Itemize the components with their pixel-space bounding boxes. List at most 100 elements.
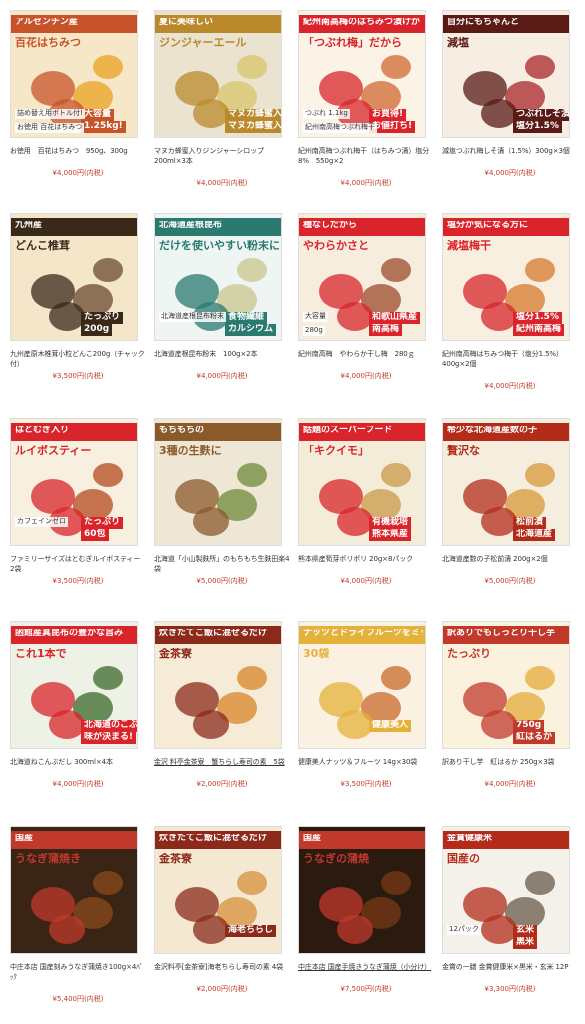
product-image[interactable]: アルゼンチン産 百花はちみつ 大容量 1.25kg! 詰め替え用ボトル付! お徳用 百花は…	[10, 10, 138, 138]
food-shape	[525, 871, 555, 895]
food-shape	[525, 666, 555, 690]
image-label: 訳ありでもしっとり干し芋	[447, 629, 556, 638]
product-title[interactable]: 中庄本店 国産手焼きうなぎ蒲焼（小分け）	[298, 962, 434, 972]
product-image[interactable]: 函館産真昆布の豊かな旨みこれ1本で北海道のこぶだし味が決まる!	[10, 621, 138, 749]
product-title[interactable]: 北海道ねこんぶだし 300ml×4本	[10, 757, 146, 767]
product-title[interactable]: ファミリーサイズはとむぎルイボスティー 2袋	[10, 554, 146, 574]
image-label: 1.25kg!	[81, 121, 126, 133]
product-image[interactable]: 塩分が気になる方に 減塩梅干 塩分1.5% 紀州南高梅	[442, 213, 570, 341]
image-label: 希少な北海道産数の子	[447, 426, 538, 435]
image-label: 自分にもちゃんと	[447, 18, 520, 27]
product-image[interactable]: 自分にもちゃんと減塩つぶれしそ漬梅干塩分1.5%	[442, 10, 570, 138]
image-label: 北海道産根昆布粉末	[159, 312, 226, 322]
food-shape	[525, 258, 555, 282]
image-label: 60包	[81, 529, 109, 541]
product-title[interactable]: 北海道「小山製麩所」のもちもち生麩田楽4袋	[154, 554, 290, 574]
product-image[interactable]: もちもちの 3種の生麩に	[154, 418, 282, 546]
image-label: だけを使いやすい粉末にしました	[159, 240, 279, 252]
product-title[interactable]: 熊本県産筍芽ポリポリ 20g×8パック	[298, 554, 434, 564]
food-shape	[193, 507, 229, 536]
product-title[interactable]: 紀州南高梅はちみつ梅干（塩分1.5%）400g×2個	[442, 349, 578, 369]
image-label: 種なしだから	[303, 221, 358, 230]
food-shape	[93, 666, 123, 690]
product-image[interactable]: 北海道産根昆布だけを使いやすい粉末にしました食物繊維カルシウム 北海道産根昆布粉末	[154, 213, 282, 341]
product-image[interactable]: 国産 うなぎ蒲焼き	[10, 826, 138, 954]
food-shape	[381, 463, 411, 487]
product-title[interactable]: 金賞の一膳 金賞健康米×黒米・玄米 12P	[442, 962, 578, 972]
food-shape	[49, 710, 85, 739]
product-title[interactable]: 紀州南高梅 やわらか干し梅 280ｇ	[298, 349, 434, 359]
food-shape	[337, 302, 373, 331]
product-image[interactable]: はとむぎ入り ルイボスティー たっぷり 60包 カフェインゼロ	[10, 418, 138, 546]
image-label: 金茶寮	[159, 853, 192, 865]
food-shape	[337, 710, 373, 739]
product-image[interactable]: 国産 うなぎの蒲焼	[298, 826, 426, 954]
product-image[interactable]: 訳ありでもしっとり干し芋 たっぷり 750g 紅はるか	[442, 621, 570, 749]
image-label: 「キクイモ」	[303, 445, 369, 457]
product-price: ¥5,000円(内税)	[484, 577, 536, 585]
image-label: 減塩梅干	[447, 240, 491, 252]
image-label: 塩分1.5%	[513, 312, 562, 324]
food-shape	[481, 915, 517, 944]
image-label: うなぎ蒲焼き	[15, 853, 81, 865]
image-label: 詰め替え用ボトル付!	[15, 109, 85, 119]
product-title[interactable]: 北海道産根昆布粉末 100g×2本	[154, 349, 290, 359]
food-shape	[381, 666, 411, 690]
product-price: ¥4,000円(内税)	[340, 577, 392, 585]
image-label: たっぷり	[447, 648, 491, 660]
product-title[interactable]: 九州産原木椎茸小粒どんこ200g（チャック付）	[10, 349, 146, 369]
food-shape	[237, 55, 267, 79]
product-image[interactable]: 紀州南高梅のはちみつ漬けが 「つぶれ梅」だから お買得! お値打ち! つぶれ 1.1kg…	[298, 10, 426, 138]
product-title[interactable]: 健康美人ナッツ＆フルーツ 14g×30袋	[298, 757, 434, 767]
food-shape	[525, 55, 555, 79]
food-shape	[193, 710, 229, 739]
product-image[interactable]: ナッツとドライフルーツをミックス 30袋健康美人	[298, 621, 426, 749]
product-title[interactable]: 紀州南高梅つぶれ梅干（はちみつ漬）塩分8% 550g×2	[298, 146, 434, 166]
product-image[interactable]: 夏に美味しいジンジャーエールマヌカ蜂蜜入りマヌカ蜂蜜入りジンジャーシロップ	[154, 10, 282, 138]
image-label: はとむぎ入り	[15, 426, 70, 435]
product-grid: アルゼンチン産 百花はちみつ 大容量 1.25kg! 詰め替え用ボトル付! お徳用 百花は…	[0, 0, 585, 1024]
product-title[interactable]: 訳あり干し芋 紅はるか 250g×3袋	[442, 757, 578, 767]
image-label: やわらかさと	[303, 240, 369, 252]
image-label: 有機栽培	[369, 517, 412, 529]
image-label: 九州産	[15, 221, 43, 230]
product-price: ¥3,300円(内税)	[484, 985, 536, 993]
image-label: ナッツとドライフルーツをミックス	[303, 629, 423, 638]
product-image[interactable]: 炊きたてご飯に混ぜるだけ 金茶寮	[154, 621, 282, 749]
product-image[interactable]: 種なしだから やわらかさと 和歌山県産 南高梅 大容量 280g	[298, 213, 426, 341]
product-title[interactable]: 北海道産数の子松前漬 200g×2個	[442, 554, 578, 564]
product-title[interactable]: お徳用 百花はちみつ 950g、300g	[10, 146, 146, 156]
image-label: 味が決まる!	[81, 732, 137, 744]
product-image[interactable]: 炊きたてご飯に混ぜるだけ 金茶寮 海老ちらし	[154, 826, 282, 954]
image-label: これ1本で	[15, 648, 67, 660]
product-price: ¥7,500円(内税)	[340, 985, 392, 993]
image-label: たっぷり	[81, 312, 124, 324]
product-title[interactable]: 減塩つぶれ梅しそ漬（1.5%）300g×3個	[442, 146, 578, 156]
food-shape	[381, 258, 411, 282]
product-image[interactable]: 九州産 どんこ椎茸 たっぷり 200g	[10, 213, 138, 341]
product-image[interactable]: 話題のスーパーフード 「キクイモ」 有機栽培 熊本県産	[298, 418, 426, 546]
image-label: 国産	[303, 834, 322, 843]
food-shape	[93, 55, 123, 79]
product-price: ¥4,000円(内税)	[196, 179, 248, 187]
food-shape	[481, 99, 517, 128]
food-shape	[481, 302, 517, 331]
product-title[interactable]: 金沢料亭[金茶寮]海老ちらし寿司の素 4袋	[154, 962, 290, 972]
product-image[interactable]: 希少な北海道産数の子 贅沢な 松前漬 北海道産	[442, 418, 570, 546]
image-label: 国産の	[447, 853, 480, 865]
image-label: 炊きたてご飯に混ぜるだけ	[159, 629, 268, 638]
product-title[interactable]: 中庄本店 国産刻みうなぎ蒲焼き100g×4ﾊﾟｯｸ	[10, 962, 146, 982]
product-price: ¥4,000円(内税)	[484, 382, 536, 390]
image-label: アルゼンチン産	[15, 18, 78, 27]
food-shape	[93, 463, 123, 487]
image-label: ジンジャーエール	[159, 37, 247, 49]
image-label: うなぎの蒲焼	[303, 853, 369, 865]
image-label: つぶれしそ漬梅干	[513, 109, 569, 121]
product-price: ¥4,000円(内税)	[52, 780, 104, 788]
product-title[interactable]: マヌカ蜂蜜入りジンジャーシロップ 200ml×3本	[154, 146, 290, 166]
image-label: 塩分が気になる方に	[447, 221, 529, 230]
food-shape	[237, 463, 267, 487]
product-image[interactable]: 金賞健康米 国産の 玄米 黒米 12パック	[442, 826, 570, 954]
product-title[interactable]: 金沢 料亭金茶寮 蟹ちらし寿司の素 5袋	[154, 757, 290, 767]
food-shape	[337, 507, 373, 536]
